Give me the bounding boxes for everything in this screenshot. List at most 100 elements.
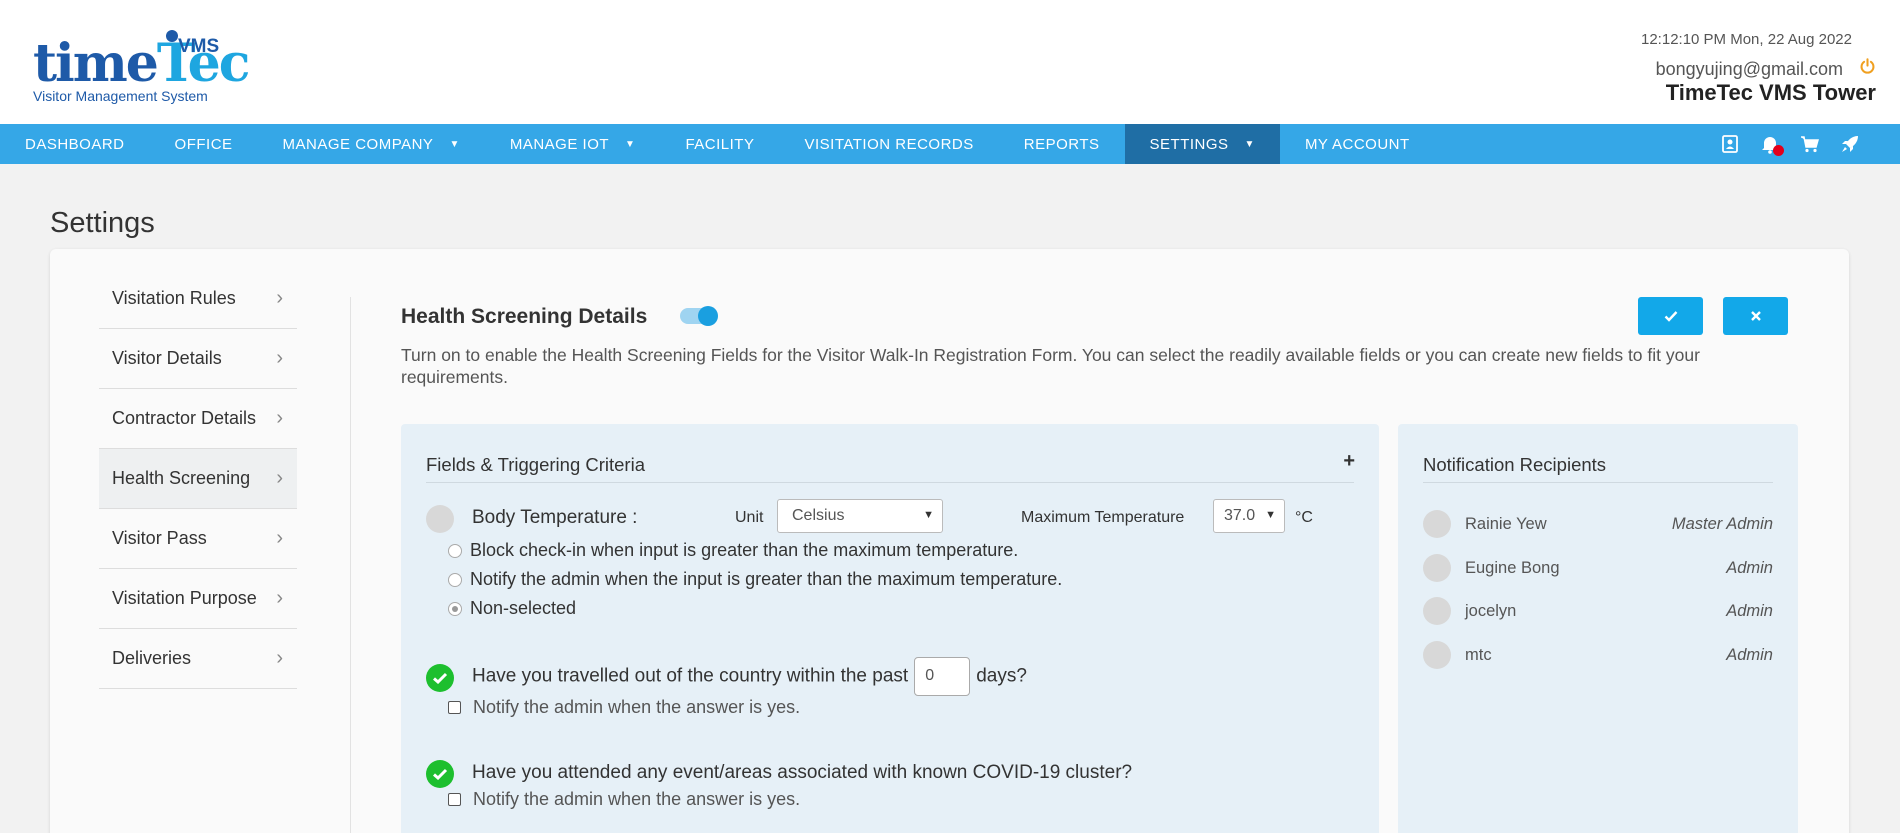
radio-button[interactable] xyxy=(448,601,462,616)
chevron-right-icon: › xyxy=(276,647,283,669)
max-temperature-label: Maximum Temperature xyxy=(1021,509,1185,526)
fields-criteria-panel: Fields & Triggering Criteria + Body Temp… xyxy=(401,424,1379,833)
check-icon xyxy=(433,768,448,780)
chevron-right-icon: › xyxy=(276,527,283,549)
option-block-checkin[interactable]: Block check-in when input is greater tha… xyxy=(448,540,1018,561)
current-datetime: 12:12:10 PM Mon, 22 Aug 2022 xyxy=(1641,31,1852,48)
check-icon xyxy=(433,672,448,684)
panel-divider xyxy=(426,482,1354,483)
nav-reports[interactable]: REPORTS xyxy=(999,124,1125,164)
header-user-info: 12:12:10 PM Mon, 22 Aug 2022 bongyujing@… xyxy=(1641,31,1876,106)
sidebar-item-visitation-purpose[interactable]: Visitation Purpose › xyxy=(99,569,297,629)
recipient-select-circle[interactable] xyxy=(1423,510,1451,538)
chevron-right-icon: › xyxy=(276,407,283,429)
recipient-name: Rainie Yew xyxy=(1465,514,1547,533)
main-nav: DASHBOARD OFFICE MANAGE COMPANY ▼ MANAGE … xyxy=(0,124,1900,164)
user-email: bongyujing@gmail.com xyxy=(1655,59,1843,79)
logo-vms-text: VMS xyxy=(178,36,220,57)
health-screening-title: Health Screening Details xyxy=(401,305,648,328)
nav-facility[interactable]: FACILITY xyxy=(660,124,779,164)
shopping-cart-icon[interactable] xyxy=(1800,134,1820,154)
unit-label: Unit xyxy=(735,509,764,526)
panel-divider xyxy=(1423,482,1773,483)
chevron-right-icon: › xyxy=(276,467,283,489)
field-toggle-covid[interactable] xyxy=(426,760,454,788)
nav-visitation-records[interactable]: VISITATION RECORDS xyxy=(779,124,998,164)
cancel-button[interactable] xyxy=(1723,297,1788,335)
health-screening-toggle[interactable] xyxy=(680,306,718,326)
notification-recipients-panel: Notification Recipients Rainie Yew Maste… xyxy=(1398,424,1798,833)
recipient-row[interactable]: Eugine Bong Admin xyxy=(1423,554,1773,582)
nav-office[interactable]: OFFICE xyxy=(150,124,258,164)
nav-dashboard[interactable]: DASHBOARD xyxy=(0,124,150,164)
logo-person-icon xyxy=(166,30,178,42)
recipient-row[interactable]: jocelyn Admin xyxy=(1423,597,1773,625)
sidebar-item-visitor-details[interactable]: Visitor Details › xyxy=(99,329,297,389)
settings-card: Visitation Rules › Visitor Details › Contr… xyxy=(50,249,1849,833)
option-notify-admin-temp[interactable]: Notify the admin when the input is great… xyxy=(448,569,1062,590)
chevron-down-icon: ▼ xyxy=(923,509,934,521)
caret-down-icon: ▼ xyxy=(625,138,636,150)
notification-panel-title: Notification Recipients xyxy=(1423,454,1607,475)
temperature-unit-symbol: °C xyxy=(1295,509,1313,526)
unit-select[interactable]: Celsius ▼ xyxy=(777,499,943,533)
sidebar-item-deliveries[interactable]: Deliveries › xyxy=(99,629,297,689)
timetec-vms-logo[interactable]: timeTec VMS Visitor Management System xyxy=(33,28,250,108)
nav-settings[interactable]: SETTINGS ▼ xyxy=(1124,124,1280,164)
logo-subtitle: Visitor Management System xyxy=(33,88,208,104)
nav-manage-company[interactable]: MANAGE COMPANY ▼ xyxy=(258,124,485,164)
radio-button[interactable] xyxy=(448,572,462,587)
settings-sidebar: Visitation Rules › Visitor Details › Contr… xyxy=(99,269,297,689)
recipient-role: Admin xyxy=(1726,558,1773,577)
recipient-select-circle[interactable] xyxy=(1423,641,1451,669)
recipient-role: Admin xyxy=(1726,645,1773,664)
recipient-name: mtc xyxy=(1465,645,1492,664)
covid-notify-option[interactable]: Notify the admin when the answer is yes. xyxy=(448,789,800,810)
sidebar-item-health-screening[interactable]: Health Screening › xyxy=(99,449,297,509)
chevron-right-icon: › xyxy=(276,287,283,309)
chevron-down-icon: ▼ xyxy=(1265,509,1276,521)
recipient-name: Eugine Bong xyxy=(1465,558,1560,577)
caret-down-icon: ▼ xyxy=(1244,138,1255,150)
max-temperature-select[interactable]: 37.0 ▼ xyxy=(1213,499,1285,533)
option-non-selected[interactable]: Non-selected xyxy=(448,598,576,619)
nav-my-account[interactable]: MY ACCOUNT xyxy=(1280,124,1435,164)
nav-manage-iot[interactable]: MANAGE IOT ▼ xyxy=(485,124,661,164)
body-temperature-label: Body Temperature : xyxy=(472,507,638,528)
travel-days-input[interactable]: 0 xyxy=(914,657,971,696)
checkbox[interactable] xyxy=(448,701,461,714)
recipient-row[interactable]: mtc Admin xyxy=(1423,641,1773,669)
company-name: TimeTec VMS Tower xyxy=(1665,80,1876,105)
vertical-divider xyxy=(350,297,351,833)
recipient-role: Admin xyxy=(1726,601,1773,620)
close-icon xyxy=(1750,311,1761,321)
covid-question: Have you attended any event/areas associ… xyxy=(472,762,1133,783)
caret-down-icon: ▼ xyxy=(449,138,460,150)
radio-button[interactable] xyxy=(448,543,462,558)
page-title: Settings xyxy=(50,207,155,239)
rocket-icon[interactable] xyxy=(1840,134,1860,154)
recipient-row[interactable]: Rainie Yew Master Admin xyxy=(1423,510,1773,538)
save-button[interactable] xyxy=(1638,297,1703,335)
sidebar-item-contractor-details[interactable]: Contractor Details › xyxy=(99,389,297,449)
nav-icon-group xyxy=(1720,124,1860,164)
travel-question: Have you travelled out of the country wi… xyxy=(472,657,1027,696)
field-toggle-body-temperature[interactable] xyxy=(426,505,454,533)
chevron-right-icon: › xyxy=(276,347,283,369)
travel-notify-option[interactable]: Notify the admin when the answer is yes. xyxy=(448,697,800,718)
contact-card-icon[interactable] xyxy=(1720,134,1740,154)
recipient-select-circle[interactable] xyxy=(1423,554,1451,582)
checkbox[interactable] xyxy=(448,793,461,806)
sidebar-item-visitation-rules[interactable]: Visitation Rules › xyxy=(99,269,297,329)
recipient-select-circle[interactable] xyxy=(1423,597,1451,625)
fields-panel-title: Fields & Triggering Criteria xyxy=(426,454,645,475)
notification-badge xyxy=(1773,145,1784,156)
recipient-name: jocelyn xyxy=(1465,601,1517,620)
add-field-button[interactable]: + xyxy=(1343,450,1355,473)
chevron-right-icon: › xyxy=(276,587,283,609)
power-icon[interactable] xyxy=(1859,58,1876,75)
field-toggle-travel[interactable] xyxy=(426,664,454,692)
sidebar-item-visitor-pass[interactable]: Visitor Pass › xyxy=(99,509,297,569)
notification-bell-icon[interactable] xyxy=(1760,134,1784,156)
recipient-role: Master Admin xyxy=(1671,514,1773,533)
